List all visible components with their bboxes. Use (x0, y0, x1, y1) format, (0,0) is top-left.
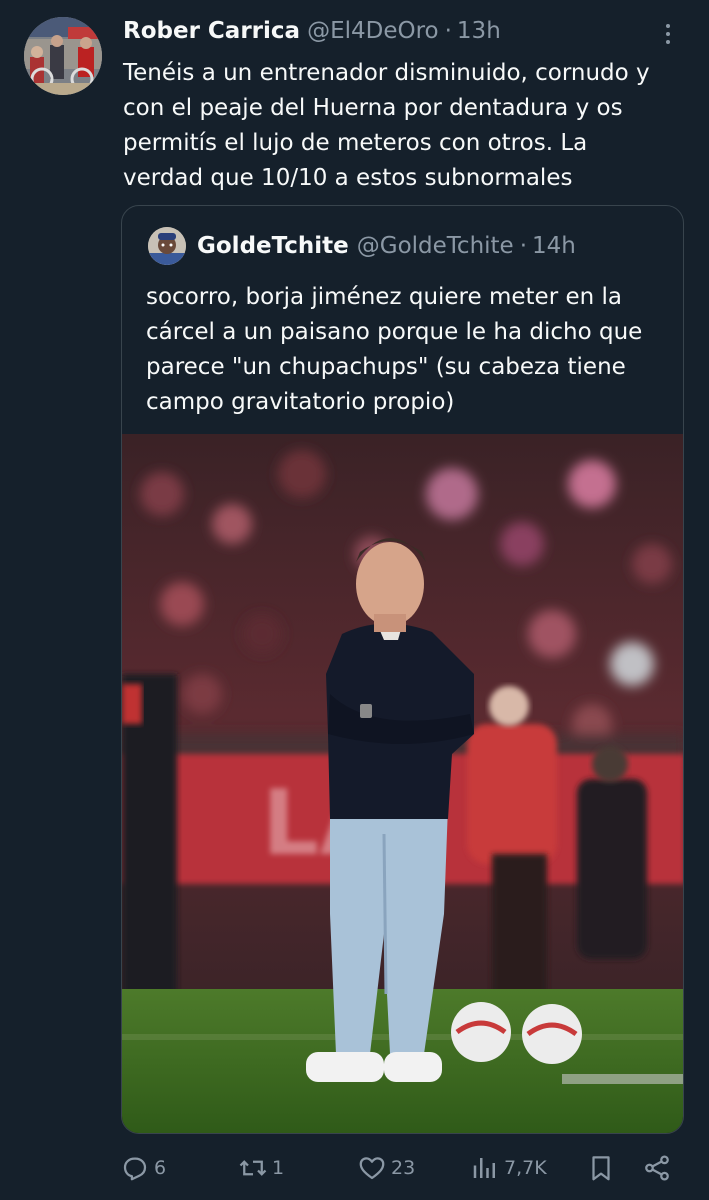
author-handle[interactable]: @El4DeOro (307, 18, 439, 44)
quoted-author-avatar[interactable] (148, 227, 186, 265)
quoted-tweet-text: socorro, borja jiménez quiere meter en l… (146, 284, 643, 415)
quoted-tweet-image[interactable]: LA (122, 434, 683, 1133)
stadium-photo: LA (122, 434, 683, 1133)
separator-dot: · (444, 18, 452, 44)
quoted-author-handle[interactable]: @GoldeTchite (357, 233, 514, 259)
bookmark-icon (592, 1156, 610, 1181)
quoted-tweet[interactable]: GoldeTchite @GoldeTchite · 14h socorro, … (121, 205, 684, 1134)
like-button[interactable]: 23 (357, 1148, 415, 1188)
repost-icon (239, 1160, 267, 1176)
like-icon (359, 1157, 385, 1180)
tweet-timestamp[interactable]: 13h (457, 18, 501, 44)
tweet-actions: 6 1 23 7,7K (120, 1148, 680, 1188)
author-name[interactable]: Rober Carrica (123, 18, 300, 44)
reply-icon (123, 1157, 147, 1181)
tweet-text: Tenéis a un entrenador disminuido, cornu… (123, 60, 650, 191)
quoted-tweet-header: GoldeTchite @GoldeTchite · 14h (197, 228, 576, 264)
views-count: 7,7K (504, 1157, 547, 1179)
bookmark-button[interactable] (586, 1148, 616, 1188)
more-icon[interactable] (656, 20, 680, 48)
share-icon (645, 1155, 669, 1181)
share-button[interactable] (642, 1148, 672, 1188)
views-button[interactable]: 7,7K (470, 1148, 547, 1188)
quoted-author-name[interactable]: GoldeTchite (197, 233, 349, 259)
reply-button[interactable]: 6 (120, 1148, 166, 1188)
reply-count: 6 (154, 1157, 167, 1179)
views-icon (473, 1158, 495, 1178)
author-avatar[interactable] (24, 17, 102, 95)
repost-button[interactable]: 1 (238, 1148, 284, 1188)
quoted-timestamp[interactable]: 14h (532, 233, 576, 259)
author-avatar-image (24, 17, 102, 95)
tweet[interactable]: Rober Carrica @El4DeOro · 13h Tenéis a u… (0, 0, 709, 1200)
repost-count: 1 (272, 1157, 285, 1179)
quoted-author-avatar-image (148, 227, 186, 265)
like-count: 23 (391, 1157, 416, 1179)
tweet-header: Rober Carrica @El4DeOro · 13h (123, 14, 501, 48)
quoted-separator-dot: · (519, 233, 528, 259)
